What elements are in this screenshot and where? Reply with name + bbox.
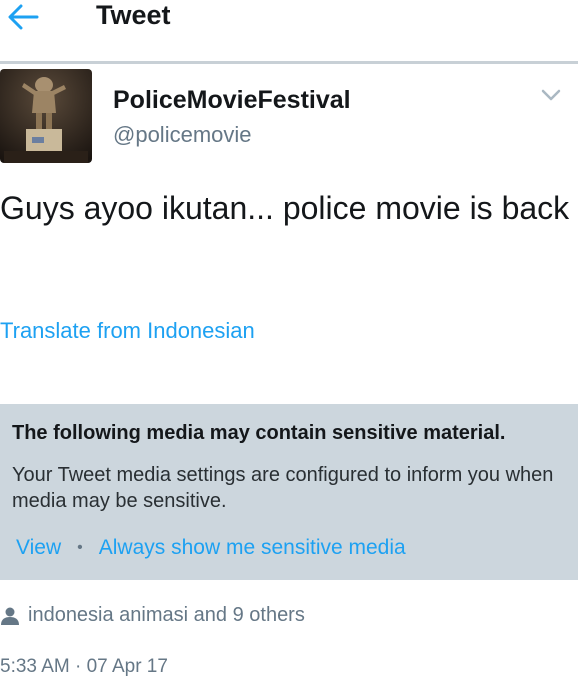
sensitive-description: Your Tweet media settings are configured… bbox=[12, 464, 554, 512]
arrow-left-icon bbox=[8, 4, 39, 30]
tweet-timestamp: 5:33 AM · 07 Apr 17 bbox=[0, 656, 168, 677]
social-context[interactable]: indonesia animasi and 9 others bbox=[0, 604, 305, 627]
tweet-options-button[interactable] bbox=[538, 84, 564, 106]
person-icon bbox=[1, 607, 19, 625]
top-bar: Tweet bbox=[0, 0, 578, 64]
sensitive-media-notice: The following media may contain sensitiv… bbox=[0, 404, 578, 580]
sensitive-actions: View • Always show me sensitive media bbox=[16, 536, 406, 560]
chevron-down-icon bbox=[541, 89, 561, 101]
back-button[interactable] bbox=[4, 2, 42, 32]
page-title: Tweet bbox=[96, 0, 171, 30]
tweet-text: Guys ayoo ikutan... police movie is back bbox=[0, 190, 570, 226]
always-show-sensitive-link[interactable]: Always show me sensitive media bbox=[99, 536, 406, 560]
social-context-text: indonesia animasi and 9 others bbox=[28, 604, 305, 626]
sensitive-title: The following media may contain sensitiv… bbox=[12, 422, 506, 444]
translate-link[interactable]: Translate from Indonesian bbox=[0, 318, 255, 344]
avatar[interactable] bbox=[0, 69, 92, 163]
display-name[interactable]: PoliceMovieFestival bbox=[113, 86, 351, 115]
separator-dot: • bbox=[77, 539, 83, 556]
trophy-statue-image bbox=[0, 69, 92, 163]
view-link[interactable]: View bbox=[16, 536, 61, 560]
user-handle[interactable]: @policemovie bbox=[113, 122, 252, 148]
